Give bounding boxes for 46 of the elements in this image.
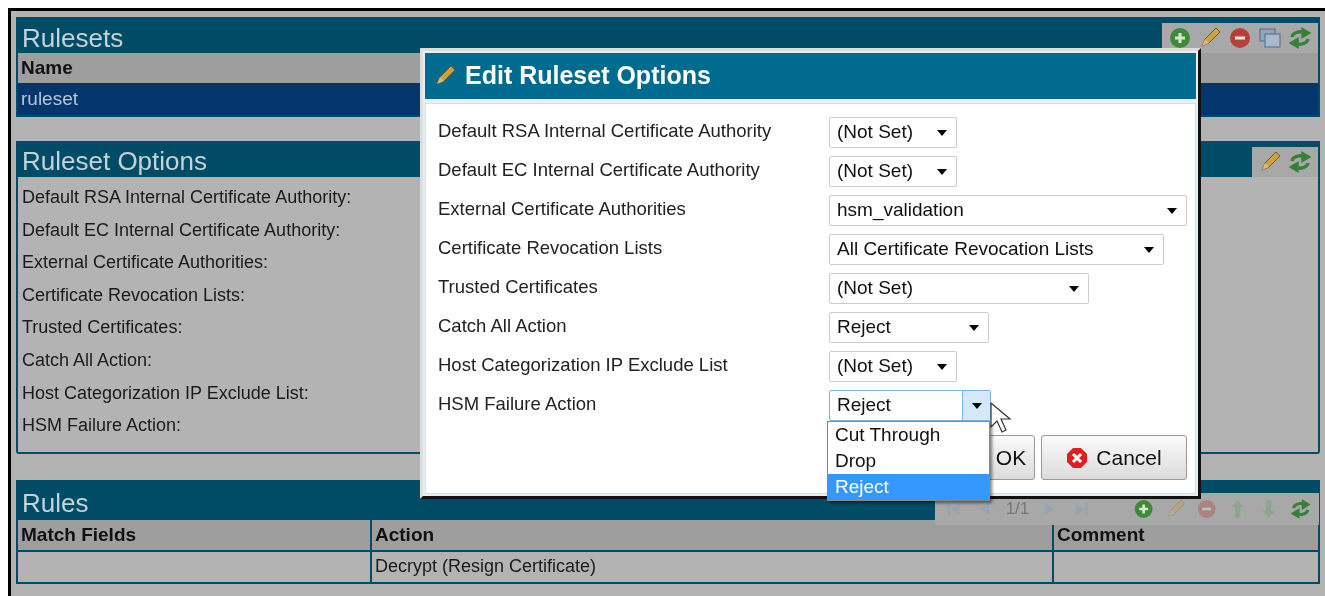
select-field[interactable]: hsm_validation	[829, 195, 1187, 226]
field-label: External Certificate Authorities	[438, 197, 687, 221]
field-label: Host Categorization IP Exclude List	[438, 353, 729, 377]
refresh-icon[interactable]	[1289, 497, 1312, 521]
column-header: Action	[372, 519, 1052, 550]
option-label: HSM Failure Action:	[22, 414, 182, 438]
select-field[interactable]: (Not Set)	[829, 156, 957, 187]
caret-icon	[937, 129, 947, 136]
refresh-icon[interactable]	[1288, 26, 1312, 50]
field-label: Trusted Certificates	[438, 275, 599, 299]
field-label: Default RSA Internal Certificate Authority	[438, 119, 773, 143]
select-field[interactable]: (Not Set)	[829, 273, 1089, 304]
remove-icon[interactable]	[1228, 26, 1252, 50]
select-field[interactable]: Reject	[829, 312, 989, 343]
select-field[interactable]: (Not Set)	[829, 351, 957, 382]
option-label: Catch All Action:	[22, 348, 153, 372]
caret-icon	[937, 363, 947, 370]
panel-title: Rules	[22, 486, 89, 520]
cancel-button[interactable]: Cancel	[1041, 435, 1187, 480]
option-label: Default RSA Internal Certificate Authority:	[22, 186, 352, 209]
option-label: Certificate Revocation Lists:	[22, 283, 246, 307]
option-label: Default EC Internal Certificate Authority:	[22, 218, 341, 242]
column-header: Match Fields	[18, 519, 370, 550]
caret-icon	[1069, 285, 1079, 292]
field-label: Default EC Internal Certificate Authority	[438, 158, 761, 182]
option-label: Trusted Certificates:	[22, 316, 183, 340]
select-field[interactable]: (Not Set)	[829, 117, 957, 148]
table-cell: Decrypt (Resign Certificate)	[372, 551, 1052, 582]
windows-icon[interactable]	[1258, 26, 1282, 50]
option-label: Host Categorization IP Exclude List:	[22, 381, 309, 405]
caret-icon	[971, 402, 982, 409]
panel-title: Rulesets	[22, 23, 124, 53]
select-field[interactable]: Reject	[829, 390, 991, 421]
field-label: Catch All Action	[438, 314, 568, 338]
panel-title: Ruleset Options	[22, 145, 207, 177]
caret-icon	[969, 324, 979, 331]
caret-icon	[1144, 246, 1154, 253]
caret-icon	[937, 168, 947, 175]
option-label: External Certificate Authorities:	[22, 251, 269, 275]
refresh-icon[interactable]	[1288, 150, 1312, 174]
select-field[interactable]: All Certificate Revocation Lists	[829, 234, 1164, 265]
field-label: Certificate Revocation Lists	[438, 236, 664, 260]
cancel-icon	[1066, 446, 1089, 469]
caret-icon	[1167, 207, 1177, 214]
field-label: HSM Failure Action	[438, 392, 598, 416]
add-icon[interactable]	[1133, 497, 1155, 521]
